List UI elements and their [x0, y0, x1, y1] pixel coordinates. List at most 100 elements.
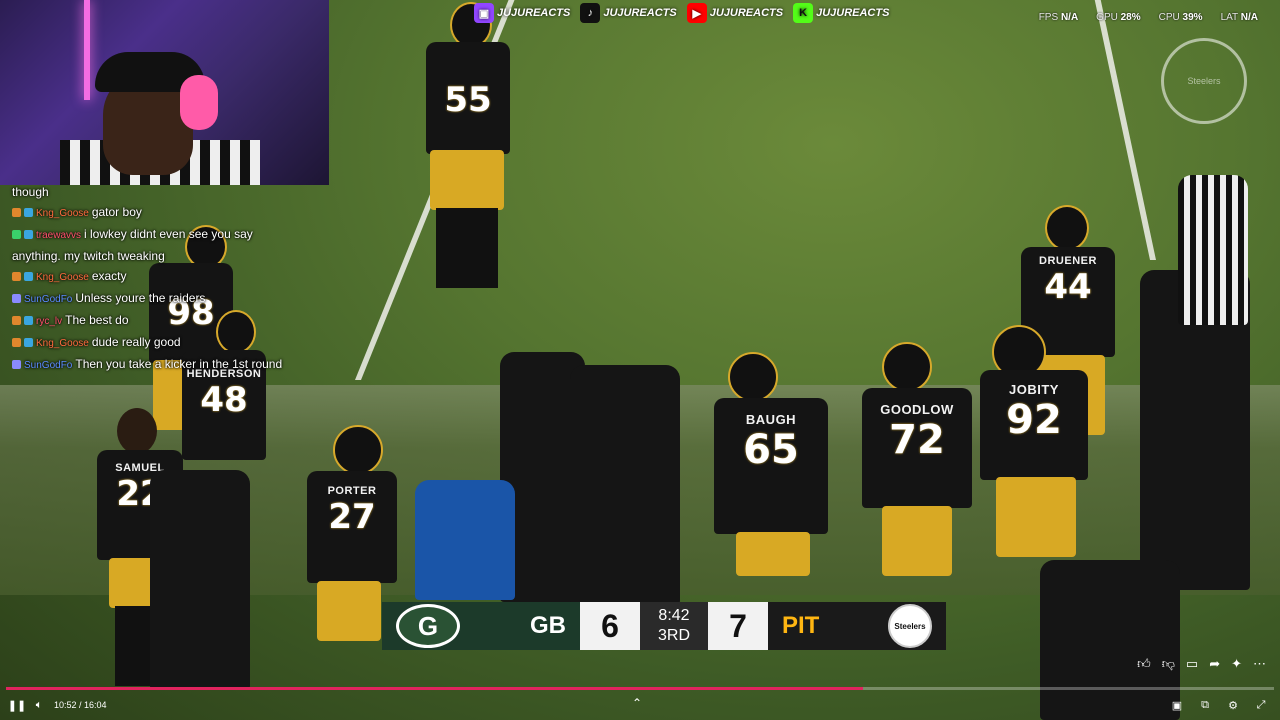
performance-stats: FPS N/A GPU 28% CPU 39% LAT N/A	[1039, 12, 1258, 23]
pause-icon[interactable]: ❚❚	[6, 694, 28, 716]
chat-message: Kng_Goose gator boy	[12, 202, 312, 224]
jersey: PORTER 27	[307, 471, 397, 583]
pants	[736, 532, 810, 576]
settings-icon[interactable]: ⚙	[1222, 694, 1244, 716]
staff-member	[415, 480, 515, 600]
quarter: 3RD	[657, 627, 690, 644]
stat-label: FPS	[1038, 12, 1059, 23]
badge-icon	[24, 230, 33, 240]
jersey-name: BAUGH	[745, 412, 797, 427]
player-55: 55	[412, 0, 522, 300]
stat-gpu: GPU 28%	[1096, 12, 1140, 23]
chat-message: though	[12, 182, 312, 202]
game-clock: 8:42 3RD	[640, 602, 708, 650]
badge-icon	[24, 272, 33, 282]
chat-overlay: though Kng_Goose gator boy traewavvs i low…	[12, 182, 312, 376]
streamer-webcam	[0, 0, 329, 185]
jersey-name: GOODLOW	[880, 402, 954, 417]
stat-label: CPU	[1158, 12, 1180, 23]
comment-icon[interactable]: ▭	[1186, 656, 1198, 672]
chat-text: i lowkey didnt even see you say	[84, 227, 253, 241]
jersey-number: 44	[1044, 267, 1092, 307]
social-handle: JUJUREACTS	[816, 7, 890, 19]
social-twitch: ▣ JUJUREACTS	[474, 3, 570, 23]
headphones	[180, 75, 218, 130]
social-kick: K JUJUREACTS	[793, 3, 889, 23]
stat-label: GPU	[1096, 12, 1118, 23]
jersey-number: 55	[444, 80, 492, 120]
chat-message: traewavvs i lowkey didnt even see you say	[12, 224, 312, 246]
jersey-number: 27	[328, 497, 376, 537]
jersey-name: PORTER	[327, 485, 377, 497]
chat-message: SunGodFo Then you take a kicker in the 1s…	[12, 354, 312, 376]
sparkle-icon[interactable]: ✦	[1231, 656, 1242, 672]
referee	[1178, 175, 1248, 325]
seek-bar-fill	[6, 687, 864, 690]
share-icon[interactable]: ➦	[1209, 656, 1220, 672]
player-65: BAUGH 65	[712, 352, 832, 612]
home-team-abbr: PIT	[782, 612, 820, 639]
badge-icon	[24, 316, 33, 326]
jersey-number: 65	[743, 427, 799, 473]
chat-text: gator boy	[91, 205, 142, 219]
tiktok-icon: ♪	[580, 3, 601, 23]
seek-bar[interactable]	[6, 687, 1274, 690]
stat-value: 39%	[1182, 12, 1203, 23]
chat-username: SunGodFo	[24, 294, 73, 305]
badge-icon	[12, 294, 21, 304]
pants	[996, 477, 1076, 557]
time-display: 10:52 / 16:04	[54, 700, 107, 710]
badge-icon	[12, 316, 21, 326]
fullscreen-icon[interactable]: ⤢	[1250, 694, 1272, 716]
social-handles: ▣ JUJUREACTS ♪ JUJUREACTS ▶ JUJUREACTS K JUJ…	[474, 3, 889, 23]
player-right-controls: ▣ ⧉ ⚙ ⤢	[1166, 694, 1272, 716]
chat-text: The best do	[65, 313, 129, 327]
chat-text: dude really good	[91, 335, 181, 349]
stat-fps: FPS N/A	[1039, 12, 1078, 23]
badge-icon	[24, 338, 33, 348]
captions-icon[interactable]: ⧉	[1194, 694, 1216, 716]
volume-icon[interactable]: 🔈︎	[28, 694, 50, 716]
home-team: PIT Steelers	[768, 602, 946, 650]
clock-time: 8:42	[658, 607, 690, 624]
chat-message: anything. my twitch tweaking	[12, 246, 312, 266]
staff-member	[150, 470, 250, 690]
badge-icon	[24, 208, 33, 218]
jersey: 55	[426, 42, 510, 154]
jersey-number: 48	[200, 380, 248, 420]
badge-icon	[12, 272, 21, 282]
social-handle: JUJUREACTS	[709, 7, 784, 19]
pants	[882, 506, 952, 576]
packers-logo-icon: G	[396, 604, 460, 648]
kick-icon: K	[793, 3, 814, 23]
jersey: GOODLOW 72	[862, 388, 972, 508]
badge-icon	[12, 230, 21, 240]
miniplayer-icon[interactable]: ▣	[1166, 694, 1188, 716]
chat-text: anything. my twitch tweaking	[12, 249, 165, 263]
stat-value: N/A	[1060, 12, 1079, 23]
jersey-number: 72	[889, 417, 945, 463]
more-icon[interactable]: ⋯	[1253, 656, 1266, 672]
reaction-bar: 👍︎ 👎︎ ▭ ➦ ✦ ⋯	[1137, 656, 1266, 672]
social-youtube: ▶ JUJUREACTS	[686, 3, 784, 23]
chevron-up-icon[interactable]: ⌃	[632, 696, 642, 710]
like-icon[interactable]: 👍︎	[1137, 656, 1151, 672]
away-score: 6	[580, 602, 640, 650]
watermark-text: Steelers	[1187, 76, 1221, 86]
scorebug: G GB 6 8:42 3RD 7 PIT Steelers	[382, 602, 946, 650]
player-72: GOODLOW 72	[860, 342, 975, 602]
chat-username: Kng_Goose	[36, 338, 89, 349]
chat-message: SunGodFo Unless youre the raiders	[12, 288, 312, 310]
chat-text: Unless youre the raiders	[75, 291, 206, 305]
badge-icon	[12, 208, 21, 218]
dislike-icon[interactable]: 👎︎	[1162, 656, 1175, 672]
jersey: JOBITY 92	[980, 370, 1088, 480]
chat-message: ryc_lv The best do	[12, 310, 312, 332]
jersey-name: DRUENER	[1039, 255, 1097, 267]
badge-icon	[12, 360, 21, 370]
youtube-icon: ▶	[686, 3, 707, 23]
steelers-watermark: Steelers	[1161, 38, 1247, 124]
chat-username: Kng_Goose	[36, 272, 89, 283]
chat-message: Kng_Goose exacty	[12, 266, 312, 288]
away-team-abbr: GB	[530, 612, 566, 639]
